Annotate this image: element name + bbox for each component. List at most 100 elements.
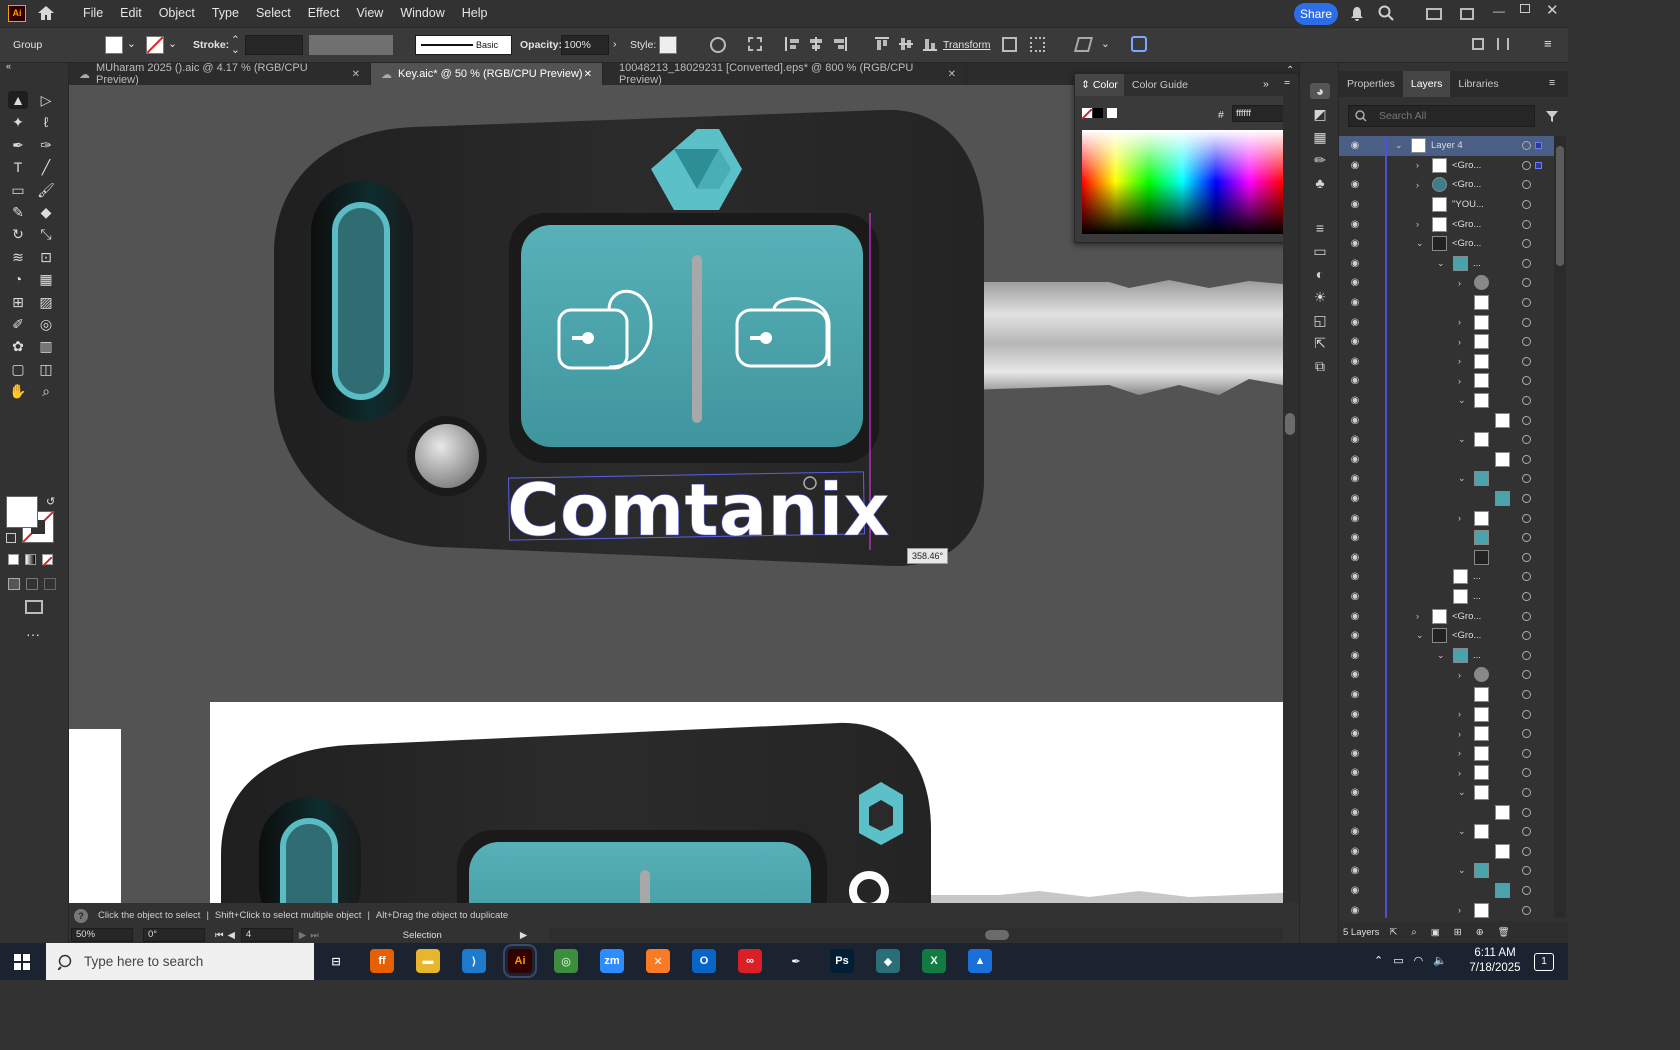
layer-row[interactable]: ⌄ ◉ xyxy=(1339,390,1554,411)
volume-icon[interactable]: 🔈 xyxy=(1433,954,1447,967)
target-circle-icon[interactable] xyxy=(1522,533,1531,543)
expand-chevron-icon[interactable]: › xyxy=(1458,278,1461,288)
visibility-eye-icon[interactable]: ◉ xyxy=(1347,885,1363,896)
menu-help[interactable]: Help xyxy=(462,6,488,20)
layers-search-input[interactable]: Search All xyxy=(1348,105,1535,127)
artboard-number-dropdown[interactable]: 4 xyxy=(240,928,293,942)
target-circle-icon[interactable] xyxy=(1522,141,1531,151)
layer-row[interactable]: ◉ xyxy=(1339,410,1554,430)
layer-row[interactable]: › ◉ xyxy=(1339,312,1554,332)
none-swatch[interactable] xyxy=(1081,108,1093,120)
collapse-chevron-icon[interactable]: ⌄ xyxy=(1458,865,1466,876)
expand-chevron-icon[interactable]: › xyxy=(1458,317,1461,327)
draw-inside-icon[interactable] xyxy=(44,578,56,590)
expand-chevron-icon[interactable]: › xyxy=(1458,905,1461,915)
visibility-eye-icon[interactable]: ◉ xyxy=(1347,905,1363,916)
expand-chevron-icon[interactable]: › xyxy=(1458,670,1461,680)
layer-row[interactable]: › ◉ xyxy=(1339,273,1554,293)
expand-chevron-icon[interactable]: › xyxy=(1416,160,1419,170)
workspace-icon[interactable] xyxy=(1460,8,1474,20)
panel-tab-layers[interactable]: Layers xyxy=(1402,71,1451,97)
visibility-eye-icon[interactable]: ◉ xyxy=(1347,317,1363,328)
tray-chevron-icon[interactable]: ⌃ xyxy=(1374,954,1383,967)
target-circle-icon[interactable] xyxy=(1522,592,1531,602)
wifi-icon[interactable]: ◠ xyxy=(1414,954,1424,967)
layer-row[interactable]: › ◉ <Gro... xyxy=(1339,214,1554,234)
opacity-input[interactable]: 100% xyxy=(561,35,609,55)
status-menu-arrow-icon[interactable]: ▶ xyxy=(520,930,527,941)
layer-row[interactable]: ◉ "YOU... xyxy=(1339,194,1554,215)
visibility-eye-icon[interactable]: ◉ xyxy=(1347,258,1363,269)
visibility-eye-icon[interactable]: ◉ xyxy=(1347,454,1363,465)
target-circle-icon[interactable] xyxy=(1522,690,1531,700)
recolor-icon[interactable] xyxy=(710,37,726,53)
chrome-taskbar-icon[interactable]: ◎ xyxy=(554,949,578,973)
expand-chevron-icon[interactable]: › xyxy=(1458,729,1461,739)
layers-scrollbar[interactable] xyxy=(1554,136,1566,918)
layer-row[interactable]: ⌄ ◉... xyxy=(1339,645,1554,666)
visibility-eye-icon[interactable]: ◉ xyxy=(1347,611,1363,622)
target-circle-icon[interactable] xyxy=(1522,788,1531,798)
transform-button[interactable]: Transform xyxy=(943,39,990,51)
layer-row[interactable]: ◉ xyxy=(1339,292,1554,313)
layer-row[interactable]: › ◉ <Gro... xyxy=(1339,175,1554,195)
menu-file[interactable]: File xyxy=(83,6,103,20)
appearance-panel-panel-icon[interactable]: ☀ xyxy=(1310,289,1330,306)
slice-tool-icon[interactable]: ◫ xyxy=(36,360,56,378)
align-to-icon[interactable] xyxy=(748,37,762,51)
layer-row[interactable]: ◉ xyxy=(1339,547,1554,568)
layer-row[interactable]: › ◉ xyxy=(1339,743,1554,764)
target-circle-icon[interactable] xyxy=(1522,709,1531,719)
layer-row[interactable]: › ◉ xyxy=(1339,724,1554,744)
eyedropper-tool-icon[interactable]: ✐ xyxy=(8,315,28,333)
column-graph-tool-icon[interactable]: ▥ xyxy=(36,337,56,355)
target-circle-icon[interactable] xyxy=(1522,729,1531,739)
visibility-eye-icon[interactable]: ◉ xyxy=(1347,415,1363,426)
menu-edit[interactable]: Edit xyxy=(120,6,142,20)
target-circle-icon[interactable] xyxy=(1522,866,1531,876)
layer-row[interactable]: ⌄ ◉ <Gro... xyxy=(1339,234,1554,254)
target-circle-icon[interactable] xyxy=(1522,552,1531,562)
document-tab-2[interactable]: ☁ Key.aic* @ 50 % (RGB/CPU Preview) ✕ xyxy=(371,63,603,85)
home-icon[interactable] xyxy=(36,4,56,22)
prev-artboard-icon[interactable]: ◀ xyxy=(228,930,235,941)
target-circle-icon[interactable] xyxy=(1522,494,1531,504)
target-circle-icon[interactable] xyxy=(1522,748,1531,758)
collapse-chevron-icon[interactable]: ⌄ xyxy=(1458,395,1466,406)
rectangle-tool-icon[interactable]: ▭ xyxy=(8,181,28,199)
help-icon[interactable]: ? xyxy=(74,908,88,923)
layer-row[interactable]: ⌄ ◉ <Gro... xyxy=(1339,626,1554,646)
visibility-eye-icon[interactable]: ◉ xyxy=(1347,179,1363,190)
document-tab-1[interactable]: ☁ MUharam 2025 ().aic @ 4.17 % (RGB/CPU P… xyxy=(69,62,371,86)
expand-chevron-icon[interactable]: › xyxy=(1458,356,1461,366)
color-guide-tab[interactable]: Color Guide xyxy=(1124,74,1196,96)
draw-behind-icon[interactable] xyxy=(26,578,38,590)
share-button[interactable]: Share xyxy=(1294,3,1338,25)
layer-row[interactable]: ⌄ ◉ xyxy=(1339,430,1554,450)
panel-menu-icon[interactable]: ≡ xyxy=(1549,77,1555,89)
target-circle-icon[interactable] xyxy=(1522,180,1531,190)
visibility-eye-icon[interactable]: ◉ xyxy=(1347,728,1363,739)
target-circle-icon[interactable] xyxy=(1522,337,1531,347)
rotate-tool-icon[interactable]: ↻ xyxy=(8,225,28,243)
isolate-icon[interactable] xyxy=(1002,37,1017,52)
expand-chevron-icon[interactable]: › xyxy=(1458,513,1461,523)
search-icon[interactable] xyxy=(1378,5,1394,21)
target-circle-icon[interactable] xyxy=(1522,200,1531,210)
minimize-button[interactable]: — xyxy=(1493,4,1505,18)
visibility-eye-icon[interactable]: ◉ xyxy=(1347,571,1363,582)
target-circle-icon[interactable] xyxy=(1522,905,1531,915)
visibility-eye-icon[interactable]: ◉ xyxy=(1347,395,1363,406)
layer-row[interactable]: ⌄ ◉ xyxy=(1339,861,1554,881)
visibility-eye-icon[interactable]: ◉ xyxy=(1347,434,1363,445)
fill-dropdown-icon[interactable]: ⌄ xyxy=(127,38,136,50)
tray-photos-icon[interactable]: ▭ xyxy=(1393,954,1403,967)
visibility-eye-icon[interactable]: ◉ xyxy=(1347,297,1363,308)
target-circle-icon[interactable] xyxy=(1522,572,1531,582)
stroke-panel-icon[interactable]: ≡ xyxy=(1310,220,1330,236)
layers-export-panel-icon[interactable]: ⇱ xyxy=(1310,335,1330,352)
stroke-stepper[interactable]: ⌃ ⌄ xyxy=(231,35,240,56)
arrange-documents-icon[interactable] xyxy=(1426,8,1442,20)
stroke-weight-input[interactable] xyxy=(245,35,303,55)
menu-select[interactable]: Select xyxy=(256,6,291,20)
